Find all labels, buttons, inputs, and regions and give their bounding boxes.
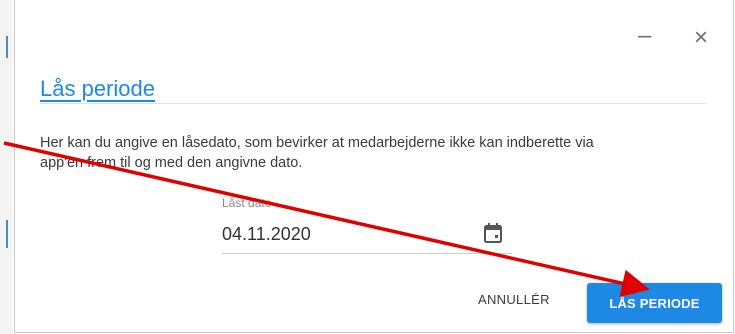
dialog-description: Her kan du angive en låsedato, som bevir… bbox=[40, 135, 594, 171]
date-input[interactable]: 04.11.2020 bbox=[222, 224, 311, 245]
calendar-icon[interactable] bbox=[484, 223, 502, 243]
background-marker bbox=[6, 220, 8, 248]
dialog-title: Lås periode bbox=[40, 76, 155, 101]
minimize-button[interactable]: – bbox=[638, 24, 651, 48]
background-marker bbox=[6, 36, 8, 58]
date-field-label: Låst dato bbox=[222, 196, 272, 210]
lock-period-button[interactable]: LÅS PERIODE bbox=[587, 283, 722, 323]
title-divider bbox=[40, 103, 707, 104]
cancel-button[interactable]: ANNULLÉR bbox=[478, 292, 550, 307]
close-button[interactable]: × bbox=[694, 26, 708, 50]
date-field-underline bbox=[222, 253, 512, 254]
background-window-strip bbox=[0, 0, 13, 334]
